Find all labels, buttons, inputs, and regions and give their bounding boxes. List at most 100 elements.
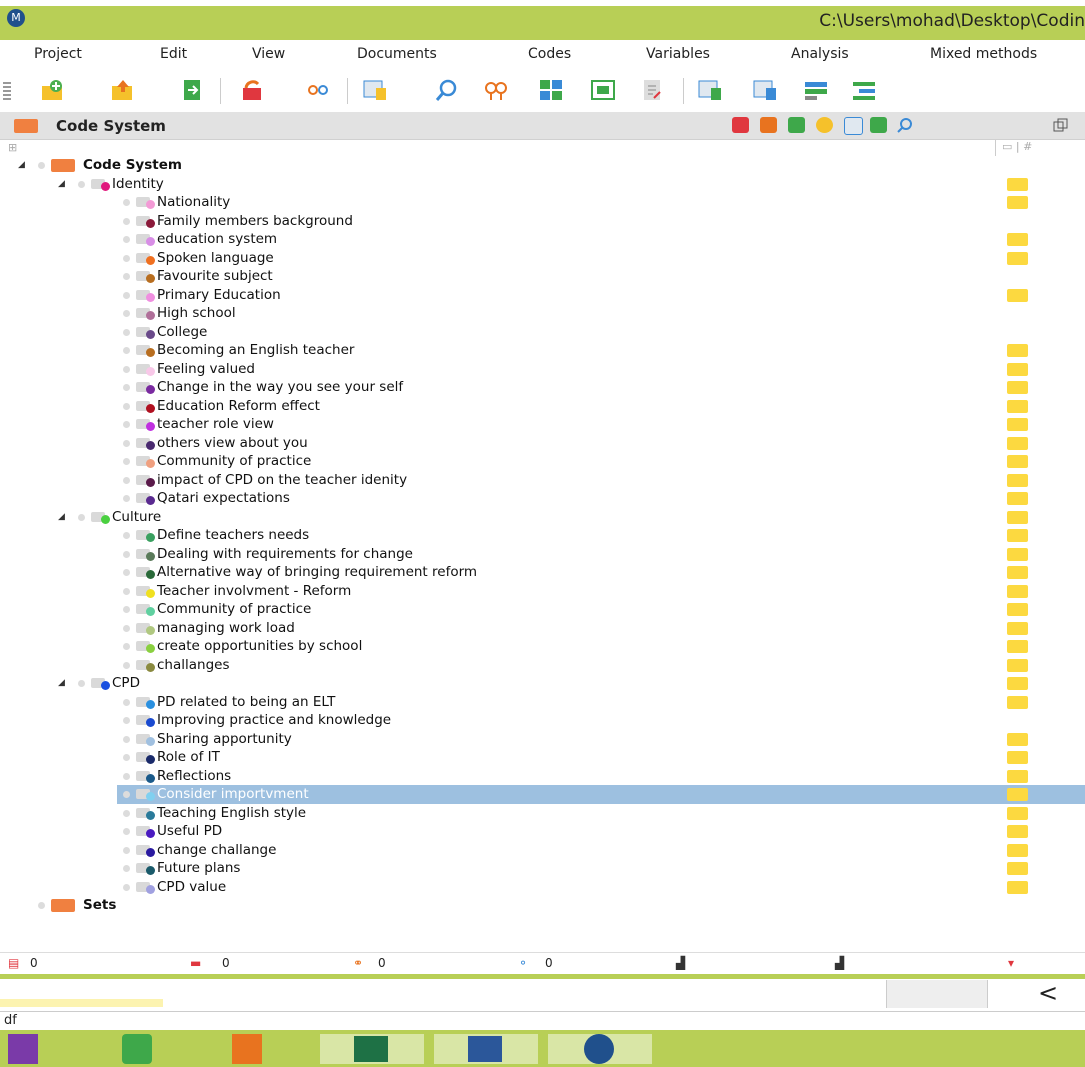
- menu-view[interactable]: View: [252, 46, 285, 62]
- code-row[interactable]: Improving practice and knowledge: [0, 711, 1085, 730]
- activation-dot-icon[interactable]: [123, 458, 130, 465]
- memo-icon[interactable]: [1007, 677, 1028, 690]
- code-row[interactable]: Primary Education: [0, 286, 1085, 305]
- memo-icon[interactable]: [1007, 695, 1028, 709]
- memo-icon[interactable]: [1007, 806, 1028, 820]
- memo-icon[interactable]: [1007, 381, 1028, 394]
- undock-window-icon[interactable]: [1052, 117, 1069, 133]
- expand-triangle-icon[interactable]: ◢: [58, 678, 65, 688]
- code-row[interactable]: create opportunities by school: [0, 637, 1085, 656]
- memo-overview-icon[interactable]: [640, 78, 666, 102]
- activation-dot-icon[interactable]: [123, 883, 130, 891]
- activation-dot-icon[interactable]: [123, 661, 130, 669]
- code-row[interactable]: teacher role view: [0, 415, 1085, 434]
- activation-dot-icon[interactable]: [123, 476, 130, 484]
- menu-documents[interactable]: Documents: [357, 46, 437, 62]
- export-icon[interactable]: [180, 78, 206, 102]
- emoticode-icon[interactable]: [816, 117, 833, 133]
- code-row[interactable]: others view about you: [0, 434, 1085, 453]
- code-row[interactable]: Change in the way you see your self: [0, 378, 1085, 397]
- activation-dot-icon[interactable]: [38, 902, 45, 909]
- memo-icon[interactable]: [1007, 621, 1028, 635]
- memo-icon[interactable]: [1007, 473, 1028, 487]
- code-row[interactable]: Teaching English style: [0, 804, 1085, 823]
- menu-edit[interactable]: Edit: [160, 46, 187, 62]
- code-relations-icon[interactable]: [483, 78, 509, 102]
- activation-dot-icon[interactable]: [123, 735, 130, 743]
- code-row[interactable]: Define teachers needs: [0, 526, 1085, 545]
- tree-options-icon[interactable]: ⊞: [8, 141, 17, 154]
- memo-icon[interactable]: [1007, 233, 1028, 246]
- activation-dot-icon[interactable]: [123, 809, 130, 817]
- memo-icon[interactable]: [1007, 288, 1028, 302]
- memo-icon[interactable]: [1007, 584, 1028, 598]
- menu-variables[interactable]: Variables: [646, 46, 710, 62]
- activation-dot-icon[interactable]: [78, 180, 85, 188]
- code-row[interactable]: Community of practice: [0, 452, 1085, 471]
- code-group-row[interactable]: ◢ Culture: [0, 508, 1085, 527]
- activation-dot-icon[interactable]: [123, 495, 130, 502]
- new-document-icon[interactable]: [40, 78, 66, 102]
- code-row[interactable]: PD related to being an ELT: [0, 693, 1085, 712]
- activation-dot-icon[interactable]: [123, 199, 130, 206]
- chevron-left-icon[interactable]: <: [1038, 979, 1058, 1007]
- code-row[interactable]: Consider importvment: [117, 785, 1085, 804]
- code-row[interactable]: High school: [0, 304, 1085, 323]
- excel-taskbar-button[interactable]: [320, 1034, 424, 1064]
- tree-root-row[interactable]: Sets: [0, 896, 1085, 915]
- memo-icon[interactable]: [1007, 603, 1028, 616]
- code-group-row[interactable]: ◢ Identity: [0, 175, 1085, 194]
- activation-dot-icon[interactable]: [78, 513, 85, 521]
- add-code-set-icon[interactable]: [870, 117, 887, 133]
- activation-dot-icon[interactable]: [123, 587, 130, 595]
- memo-icon[interactable]: [1007, 640, 1028, 653]
- activation-dot-icon[interactable]: [123, 846, 130, 854]
- memo-icon[interactable]: [1007, 566, 1028, 579]
- expand-triangle-icon[interactable]: ◢: [18, 160, 25, 170]
- memo-icon[interactable]: [1007, 177, 1028, 191]
- import-document-icon[interactable]: [110, 78, 136, 102]
- code-undo-icon[interactable]: [240, 78, 266, 102]
- code-row[interactable]: impact of CPD on the teacher idenity: [0, 471, 1085, 490]
- code-colors-icon[interactable]: [788, 117, 805, 133]
- memo-icon[interactable]: [1007, 399, 1028, 413]
- menu-mixed-methods[interactable]: Mixed methods: [930, 46, 1037, 62]
- memo-icon[interactable]: [1007, 658, 1028, 672]
- activation-dot-icon[interactable]: [123, 643, 130, 650]
- activation-dot-icon[interactable]: [123, 291, 130, 299]
- activation-dot-icon[interactable]: [123, 772, 130, 780]
- memo-icon[interactable]: [1007, 732, 1028, 746]
- activation-dot-icon[interactable]: [123, 365, 130, 373]
- memo-icon[interactable]: [1007, 436, 1028, 450]
- code-row[interactable]: Useful PD: [0, 822, 1085, 841]
- document-table-icon[interactable]: [362, 78, 388, 102]
- activation-dot-icon[interactable]: [123, 273, 130, 280]
- activation-dot-icon[interactable]: [123, 439, 130, 447]
- activation-dot-icon[interactable]: [78, 680, 85, 687]
- code-row[interactable]: Spoken language: [0, 249, 1085, 268]
- activation-dot-icon[interactable]: [123, 421, 130, 428]
- activation-dot-icon[interactable]: [123, 328, 130, 336]
- memo-icon[interactable]: [1007, 825, 1028, 838]
- memo-icon[interactable]: [1007, 492, 1028, 505]
- code-row[interactable]: College: [0, 323, 1085, 342]
- activation-dot-icon[interactable]: [123, 865, 130, 872]
- code-row[interactable]: Alternative way of bringing requirement …: [0, 563, 1085, 582]
- code-row[interactable]: CPD value: [0, 878, 1085, 897]
- search-icon[interactable]: [434, 78, 460, 102]
- code-row[interactable]: Community of practice: [0, 600, 1085, 619]
- code-row[interactable]: Dealing with requirements for change: [0, 545, 1085, 564]
- code-row[interactable]: Nationality: [0, 193, 1085, 212]
- edit-code-icon[interactable]: [760, 117, 777, 133]
- menu-project[interactable]: Project: [34, 46, 82, 62]
- expand-triangle-icon[interactable]: ◢: [58, 179, 65, 189]
- code-row[interactable]: Sharing apportunity: [0, 730, 1085, 749]
- menu-analysis[interactable]: Analysis: [791, 46, 849, 62]
- memo-icon[interactable]: [1007, 880, 1028, 894]
- code-row[interactable]: Feeling valued: [0, 360, 1085, 379]
- activation-dot-icon[interactable]: [123, 698, 130, 706]
- retrieved-segments-icon[interactable]: [590, 78, 616, 102]
- code-row[interactable]: Qatari expectations: [0, 489, 1085, 508]
- activation-dot-icon[interactable]: [123, 254, 130, 262]
- word-taskbar-button[interactable]: [434, 1034, 538, 1064]
